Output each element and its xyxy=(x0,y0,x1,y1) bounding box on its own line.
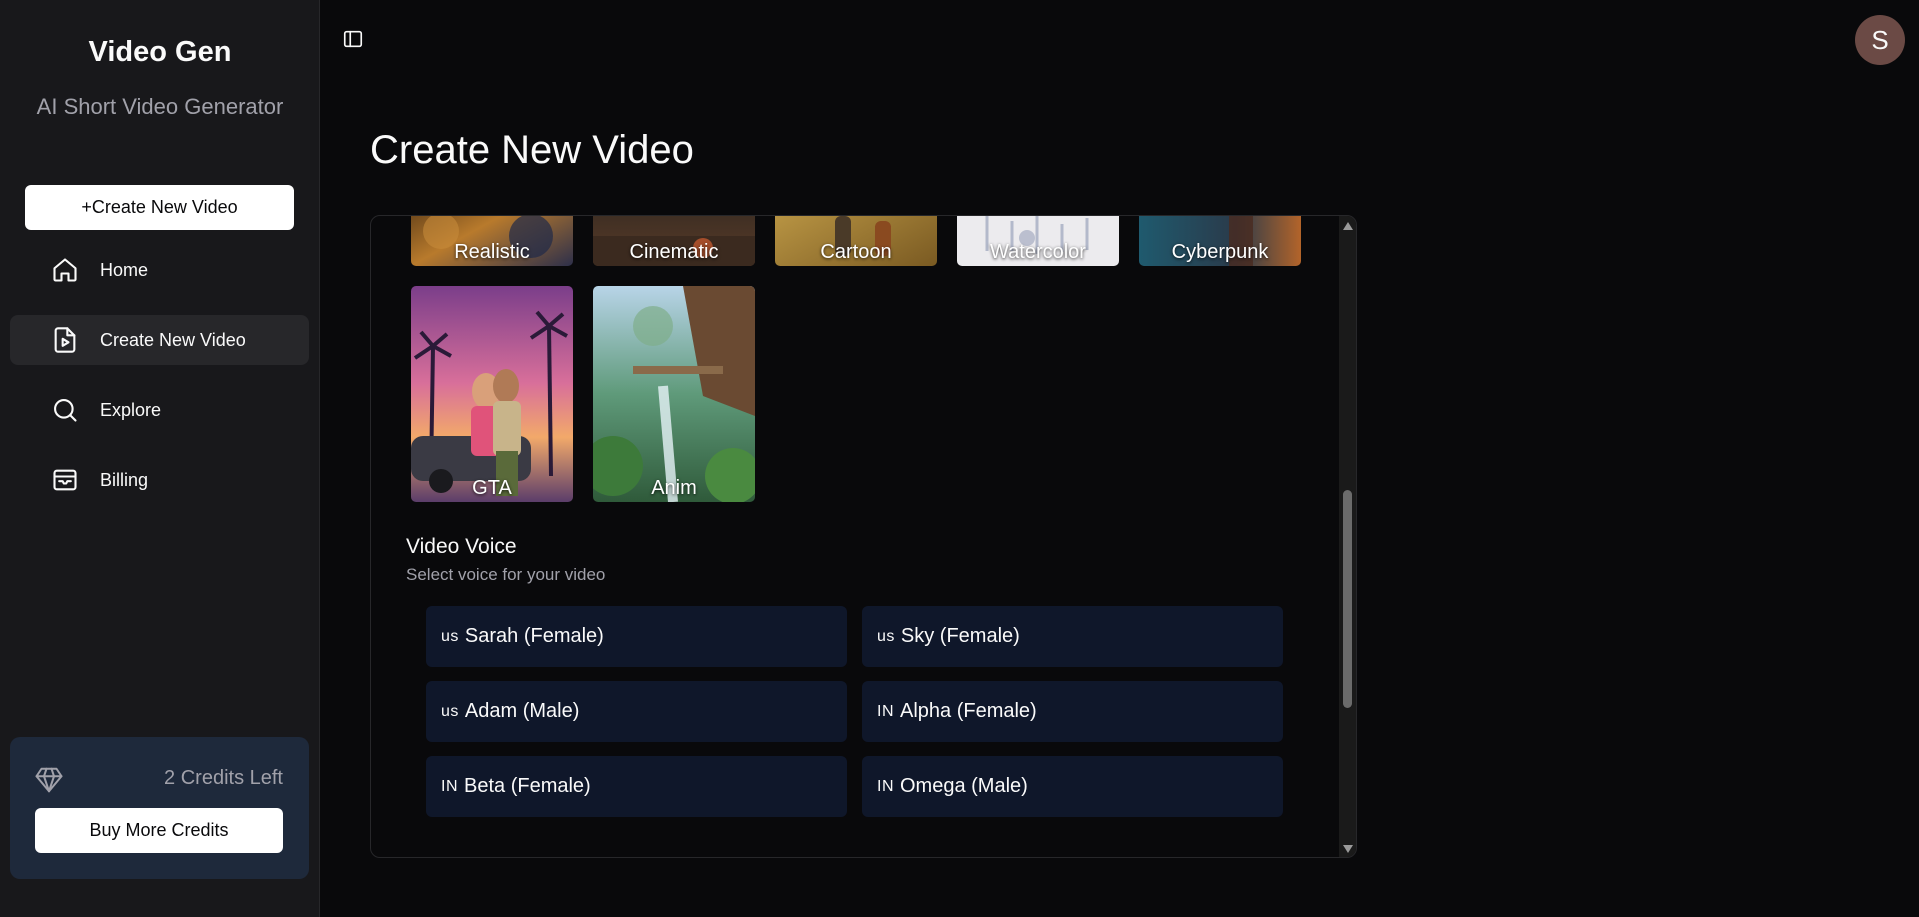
form-scrollbar[interactable] xyxy=(1339,216,1356,857)
style-option-cinematic[interactable]: Cinematic xyxy=(593,216,755,266)
style-label: GTA xyxy=(472,477,512,499)
style-label: Realistic xyxy=(454,241,530,263)
style-label: Anim xyxy=(651,477,697,499)
gem-icon xyxy=(34,765,64,800)
nav-label-home: Home xyxy=(100,259,149,280)
voice-option-adam[interactable]: us Adam (Male) xyxy=(426,681,847,742)
voice-label: Omega (Male) xyxy=(900,775,1028,797)
voice-option-sarah[interactable]: us Sarah (Female) xyxy=(426,606,847,667)
scroll-thumb[interactable] xyxy=(1343,490,1352,708)
flag-in-icon: IN xyxy=(441,777,458,795)
style-label: Cyberpunk xyxy=(1171,241,1269,263)
nav-item-home[interactable]: Home xyxy=(10,245,309,295)
style-label: Cartoon xyxy=(820,241,892,263)
style-option-watercolor[interactable]: Watercolor xyxy=(957,216,1119,266)
scroll-down-icon[interactable] xyxy=(1342,844,1353,854)
buy-more-credits-button[interactable]: Buy More Credits xyxy=(35,808,283,853)
style-label: Cinematic xyxy=(629,241,719,263)
voice-section-title: Video Voice xyxy=(406,535,517,558)
credits-panel: 2 Credits Left Buy More Credits xyxy=(10,737,309,879)
create-new-video-button[interactable]: +Create New Video xyxy=(25,185,294,230)
style-thumbnail-gta xyxy=(411,286,573,502)
nav-label-create-new-video: Create New Video xyxy=(100,329,246,350)
user-avatar[interactable]: S xyxy=(1855,15,1905,65)
panel-left-icon[interactable] xyxy=(342,28,364,55)
brand-tagline: AI Short Video Generator xyxy=(36,94,284,119)
style-label: Watercolor xyxy=(990,241,1086,263)
voice-option-sky[interactable]: us Sky (Female) xyxy=(862,606,1283,667)
style-option-cartoon[interactable]: Cartoon xyxy=(775,216,937,266)
sidebar: Video Gen AI Short Video Generator +Crea… xyxy=(0,0,320,917)
nav-item-create-new-video[interactable]: Create New Video xyxy=(10,315,309,365)
flag-us-icon: us xyxy=(877,627,895,645)
inbox-icon xyxy=(50,465,80,495)
voice-label: Adam (Male) xyxy=(464,700,580,722)
file-video-icon xyxy=(50,325,80,355)
credits-count: 2 Credits Left xyxy=(164,767,283,789)
style-option-anim[interactable]: Anim xyxy=(593,286,755,502)
home-icon xyxy=(50,255,80,285)
flag-in-icon: IN xyxy=(877,777,894,795)
voice-label: Sky (Female) xyxy=(900,625,1020,647)
flag-in-icon: IN xyxy=(877,702,894,720)
search-icon xyxy=(50,395,80,425)
voice-option-omega[interactable]: IN Omega (Male) xyxy=(862,756,1283,817)
style-option-realistic[interactable]: Realistic xyxy=(411,216,573,266)
nav-label-explore: Explore xyxy=(100,399,162,420)
nav-item-billing[interactable]: Billing xyxy=(10,455,309,505)
nav-item-explore[interactable]: Explore xyxy=(10,385,309,435)
nav-label-billing: Billing xyxy=(100,469,149,490)
voice-option-alpha[interactable]: IN Alpha (Female) xyxy=(862,681,1283,742)
voice-option-beta[interactable]: IN Beta (Female) xyxy=(426,756,847,817)
create-video-form: Realistic Cinematic Cartoon Watercolor C… xyxy=(370,215,1357,858)
flag-us-icon: us xyxy=(441,702,459,720)
flag-us-icon: us xyxy=(441,627,459,645)
voice-label: Beta (Female) xyxy=(464,775,591,797)
style-option-gta[interactable]: GTA xyxy=(411,286,573,502)
style-option-cyberpunk[interactable]: Cyberpunk xyxy=(1139,216,1301,266)
style-thumbnail-anim xyxy=(593,286,755,502)
voice-label: Sarah (Female) xyxy=(464,625,604,647)
scroll-up-icon[interactable] xyxy=(1342,221,1353,231)
voice-section-subtitle: Select voice for your video xyxy=(406,565,606,584)
page-title: Create New Video xyxy=(370,128,694,172)
brand-title: Video Gen xyxy=(88,36,232,68)
voice-label: Alpha (Female) xyxy=(900,700,1037,722)
